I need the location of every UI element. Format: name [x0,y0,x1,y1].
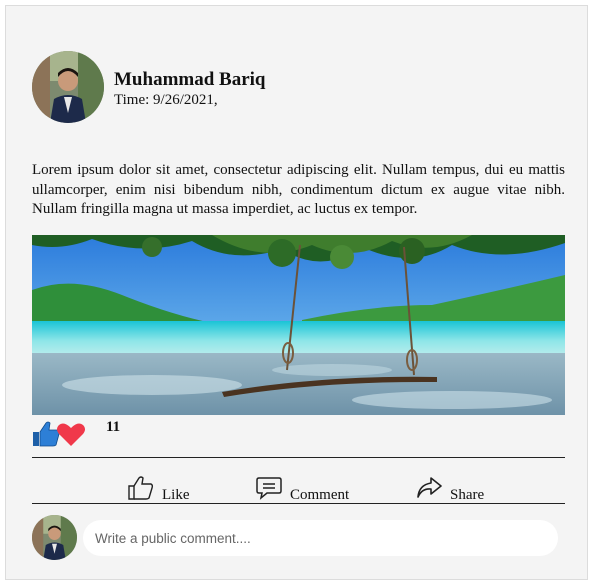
author-name[interactable]: Muhammad Bariq [114,69,266,91]
thumbs-up-icon [33,421,60,447]
comment-label: Comment [290,486,350,503]
speech-bubble-icon [256,477,282,500]
reaction-count[interactable]: 11 [106,419,120,436]
heart-icon [57,423,85,446]
like-label: Like [162,486,190,503]
post-body: Lorem ipsum dolor sit amet, consectetur … [32,162,565,217]
share-button[interactable]: Share [416,473,484,503]
comment-button[interactable]: Comment [256,473,349,503]
share-arrow-icon [417,477,442,498]
post-image[interactable] [32,235,565,415]
like-button[interactable]: Like [128,473,190,503]
thumbs-up-outline-icon [128,476,154,500]
divider-top [32,457,565,458]
author-avatar[interactable] [32,51,104,123]
post-card: Muhammad Bariq Time: 9/26/2021, Lorem ip… [5,5,588,580]
commenter-avatar[interactable] [32,515,77,560]
share-label: Share [450,486,485,503]
reaction-icons[interactable] [32,420,112,448]
comment-input[interactable] [83,520,558,556]
post-timestamp: Time: 9/26/2021, [114,92,218,108]
divider-bottom [32,503,565,504]
